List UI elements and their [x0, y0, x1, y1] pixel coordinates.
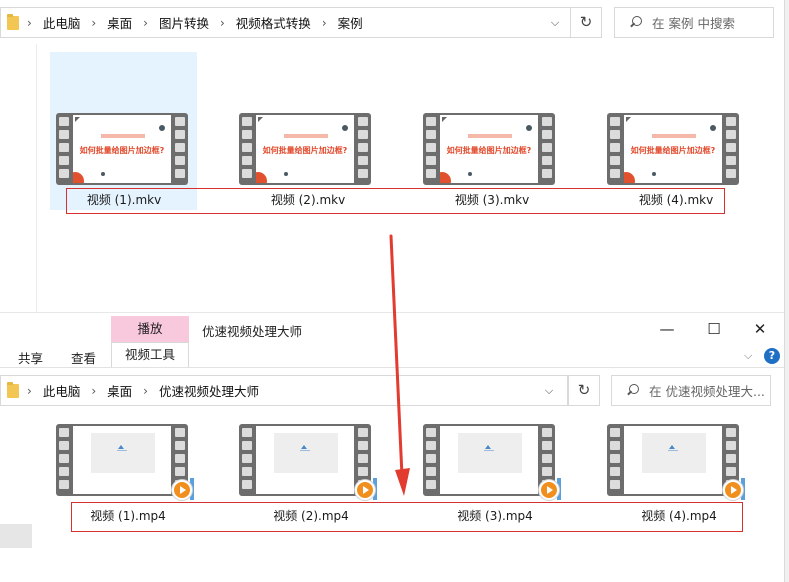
- tab-view[interactable]: 查看: [71, 348, 96, 367]
- chevron-right-icon[interactable]: ›: [143, 16, 148, 30]
- refresh-button[interactable]: ↻: [568, 375, 600, 406]
- chevron-down-icon[interactable]: ⌵: [744, 349, 752, 363]
- search-placeholder: 在 案例 中搜索: [652, 16, 735, 31]
- refresh-icon: ↻: [577, 381, 591, 399]
- chevron-right-icon[interactable]: ›: [91, 384, 96, 398]
- nav-pane-selected-item[interactable]: [0, 524, 32, 548]
- video-thumbnail[interactable]: 如何批量给图片加边框?: [607, 113, 739, 185]
- video-preview: [440, 426, 538, 494]
- breadcrumb-desktop[interactable]: 桌面: [107, 381, 132, 400]
- window-edge: [784, 0, 789, 582]
- breadcrumb-this-pc[interactable]: 此电脑: [43, 13, 81, 32]
- nav-pane-divider: [36, 44, 37, 314]
- breadcrumb-cases[interactable]: 案例: [338, 13, 363, 32]
- maximize-button[interactable]: ☐: [704, 320, 724, 338]
- play-icon: [723, 480, 743, 500]
- breadcrumb-video-format-convert[interactable]: 视频格式转换: [236, 13, 311, 32]
- play-icon: [172, 480, 192, 500]
- video-thumbnail[interactable]: [56, 424, 194, 500]
- search-input[interactable]: 在 优速视频处理大...: [611, 375, 771, 406]
- play-icon: [355, 480, 375, 500]
- slide-title: 如何批量给图片加边框?: [446, 146, 532, 155]
- chevron-right-icon[interactable]: ›: [27, 384, 32, 398]
- slide-preview: 如何批量给图片加边框?: [73, 115, 171, 183]
- upload-icon: [485, 445, 491, 449]
- folder-icon: [7, 13, 19, 30]
- slide-title: 如何批量给图片加边框?: [262, 146, 348, 155]
- search-input[interactable]: 在 案例 中搜索: [614, 7, 774, 38]
- upload-icon: [301, 445, 307, 449]
- refresh-icon: ↻: [579, 13, 593, 31]
- chevron-right-icon[interactable]: ›: [27, 16, 32, 30]
- tab-play[interactable]: 播放: [111, 316, 189, 342]
- slide-preview: 如何批量给图片加边框?: [440, 115, 538, 183]
- chevron-right-icon[interactable]: ›: [143, 384, 148, 398]
- tab-video-tools[interactable]: 视频工具: [111, 342, 189, 368]
- breadcrumb-desktop[interactable]: 桌面: [107, 13, 132, 32]
- video-thumbnail[interactable]: [423, 424, 561, 500]
- highlight-box-mp4: [71, 502, 743, 532]
- search-icon: [626, 384, 639, 397]
- search-placeholder: 在 优速视频处理大...: [649, 384, 765, 399]
- breadcrumb-image-convert[interactable]: 图片转换: [159, 13, 209, 32]
- search-icon: [629, 16, 642, 29]
- upload-icon: [669, 445, 675, 449]
- video-preview: [73, 426, 171, 494]
- refresh-button[interactable]: ↻: [570, 7, 602, 38]
- chevron-down-icon[interactable]: ⌵: [543, 385, 555, 397]
- upload-icon: [118, 445, 124, 449]
- minimize-button[interactable]: —: [657, 320, 677, 338]
- chevron-right-icon[interactable]: ›: [322, 16, 327, 30]
- chevron-right-icon[interactable]: ›: [220, 16, 225, 30]
- video-preview: [256, 426, 354, 494]
- chevron-down-icon[interactable]: ⌵: [549, 17, 561, 29]
- red-arrow-annotation: [389, 234, 410, 496]
- video-thumbnail[interactable]: [239, 424, 377, 500]
- play-icon: [539, 480, 559, 500]
- folder-icon: [7, 381, 19, 398]
- close-button[interactable]: ✕: [750, 320, 770, 338]
- slide-title: 如何批量给图片加边框?: [79, 146, 165, 155]
- tab-share[interactable]: 共享: [18, 348, 43, 367]
- help-icon[interactable]: ?: [764, 348, 780, 364]
- video-thumbnail[interactable]: 如何批量给图片加边框?: [239, 113, 371, 185]
- slide-preview: 如何批量给图片加边框?: [256, 115, 354, 183]
- address-bar[interactable]: › 此电脑 › 桌面 › 优速视频处理大师 ⌵: [0, 375, 568, 406]
- highlight-box-mkv: [66, 188, 725, 214]
- chevron-right-icon[interactable]: ›: [91, 16, 96, 30]
- breadcrumb-app-folder[interactable]: 优速视频处理大师: [159, 381, 259, 400]
- video-thumbnail[interactable]: 如何批量给图片加边框?: [423, 113, 555, 185]
- slide-preview: 如何批量给图片加边框?: [624, 115, 722, 183]
- video-preview: [624, 426, 722, 494]
- video-thumbnail[interactable]: 如何批量给图片加边框?: [56, 113, 188, 185]
- window-title: 优速视频处理大师: [202, 324, 303, 339]
- slide-title: 如何批量给图片加边框?: [630, 146, 716, 155]
- address-bar[interactable]: › 此电脑 › 桌面 › 图片转换 › 视频格式转换 › 案例 ⌵: [0, 7, 600, 38]
- video-thumbnail[interactable]: [607, 424, 745, 500]
- breadcrumb-this-pc[interactable]: 此电脑: [43, 381, 81, 400]
